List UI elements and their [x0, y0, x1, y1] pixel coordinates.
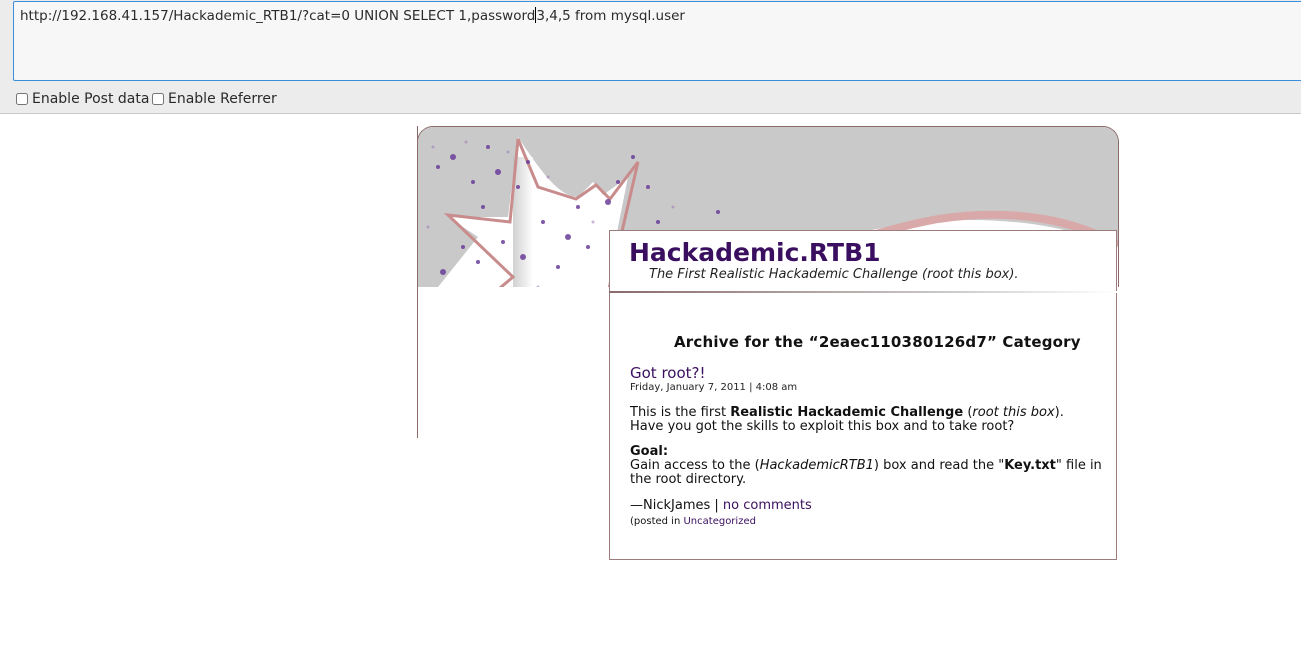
text-run: ) box and read the " [873, 458, 1005, 473]
text-run-bold: Realistic Hackademic Challenge [730, 405, 964, 420]
post-date: Friday, January 7, 2011 | 4:08 am [630, 382, 798, 393]
text-run: Gain access to the ( [630, 458, 760, 473]
comments-link[interactable]: no comments [723, 498, 812, 513]
header-divider [609, 291, 1117, 293]
post-meta: —NickJames | no comments [630, 499, 812, 513]
posted-in: (posted in Uncategorized [630, 515, 756, 529]
post-paragraph-line2: Have you got the skills to exploit this … [630, 419, 1015, 434]
left-frame-border [417, 126, 418, 438]
archive-heading: Archive for the “2eaec110380126d7” Categ… [674, 333, 1081, 351]
text-run: This is the first [630, 405, 731, 420]
goal-line2: the root directory. [630, 472, 747, 487]
blog-description: The First Realistic Hackademic Challenge… [649, 267, 1019, 282]
category-link[interactable]: Uncategorized [683, 516, 755, 527]
text-run-bold: Key.txt [1004, 458, 1056, 473]
hackbar-panel: http://192.168.41.157/Hackademic_RTB1/?c… [0, 0, 1301, 114]
text-run: " file in [1055, 458, 1102, 473]
posted-in-label: (posted in [630, 516, 684, 527]
enable-post-data-option[interactable]: Enable Post data [16, 91, 149, 107]
enable-referrer-option[interactable]: Enable Referrer [152, 91, 277, 107]
text-run-italic: HackademicRTB1 [759, 458, 874, 473]
blog-title[interactable]: Hackademic.RTB1 [629, 238, 881, 267]
enable-referrer-checkbox[interactable] [152, 93, 164, 105]
post-title-link[interactable]: Got root?! [630, 364, 706, 382]
text-run-italic: root this box [972, 405, 1055, 420]
post-paragraph-line1: This is the first Realistic Hackademic C… [630, 406, 1064, 420]
enable-post-data-checkbox[interactable] [16, 93, 28, 105]
url-text-before-caret: http://192.168.41.157/Hackademic_RTB1/?c… [20, 8, 536, 24]
enable-post-data-label: Enable Post data [32, 91, 150, 107]
enable-referrer-label: Enable Referrer [168, 91, 277, 107]
goal-line1: Gain access to the (HackademicRTB1) box … [630, 459, 1102, 473]
url-text-after-caret: 3,4,5 from mysql.user [536, 8, 685, 24]
post-author: —NickJames | [630, 498, 723, 513]
goal-label: Goal: [630, 444, 669, 459]
text-run: ). [1054, 405, 1064, 420]
url-input[interactable]: http://192.168.41.157/Hackademic_RTB1/?c… [13, 1, 1301, 81]
